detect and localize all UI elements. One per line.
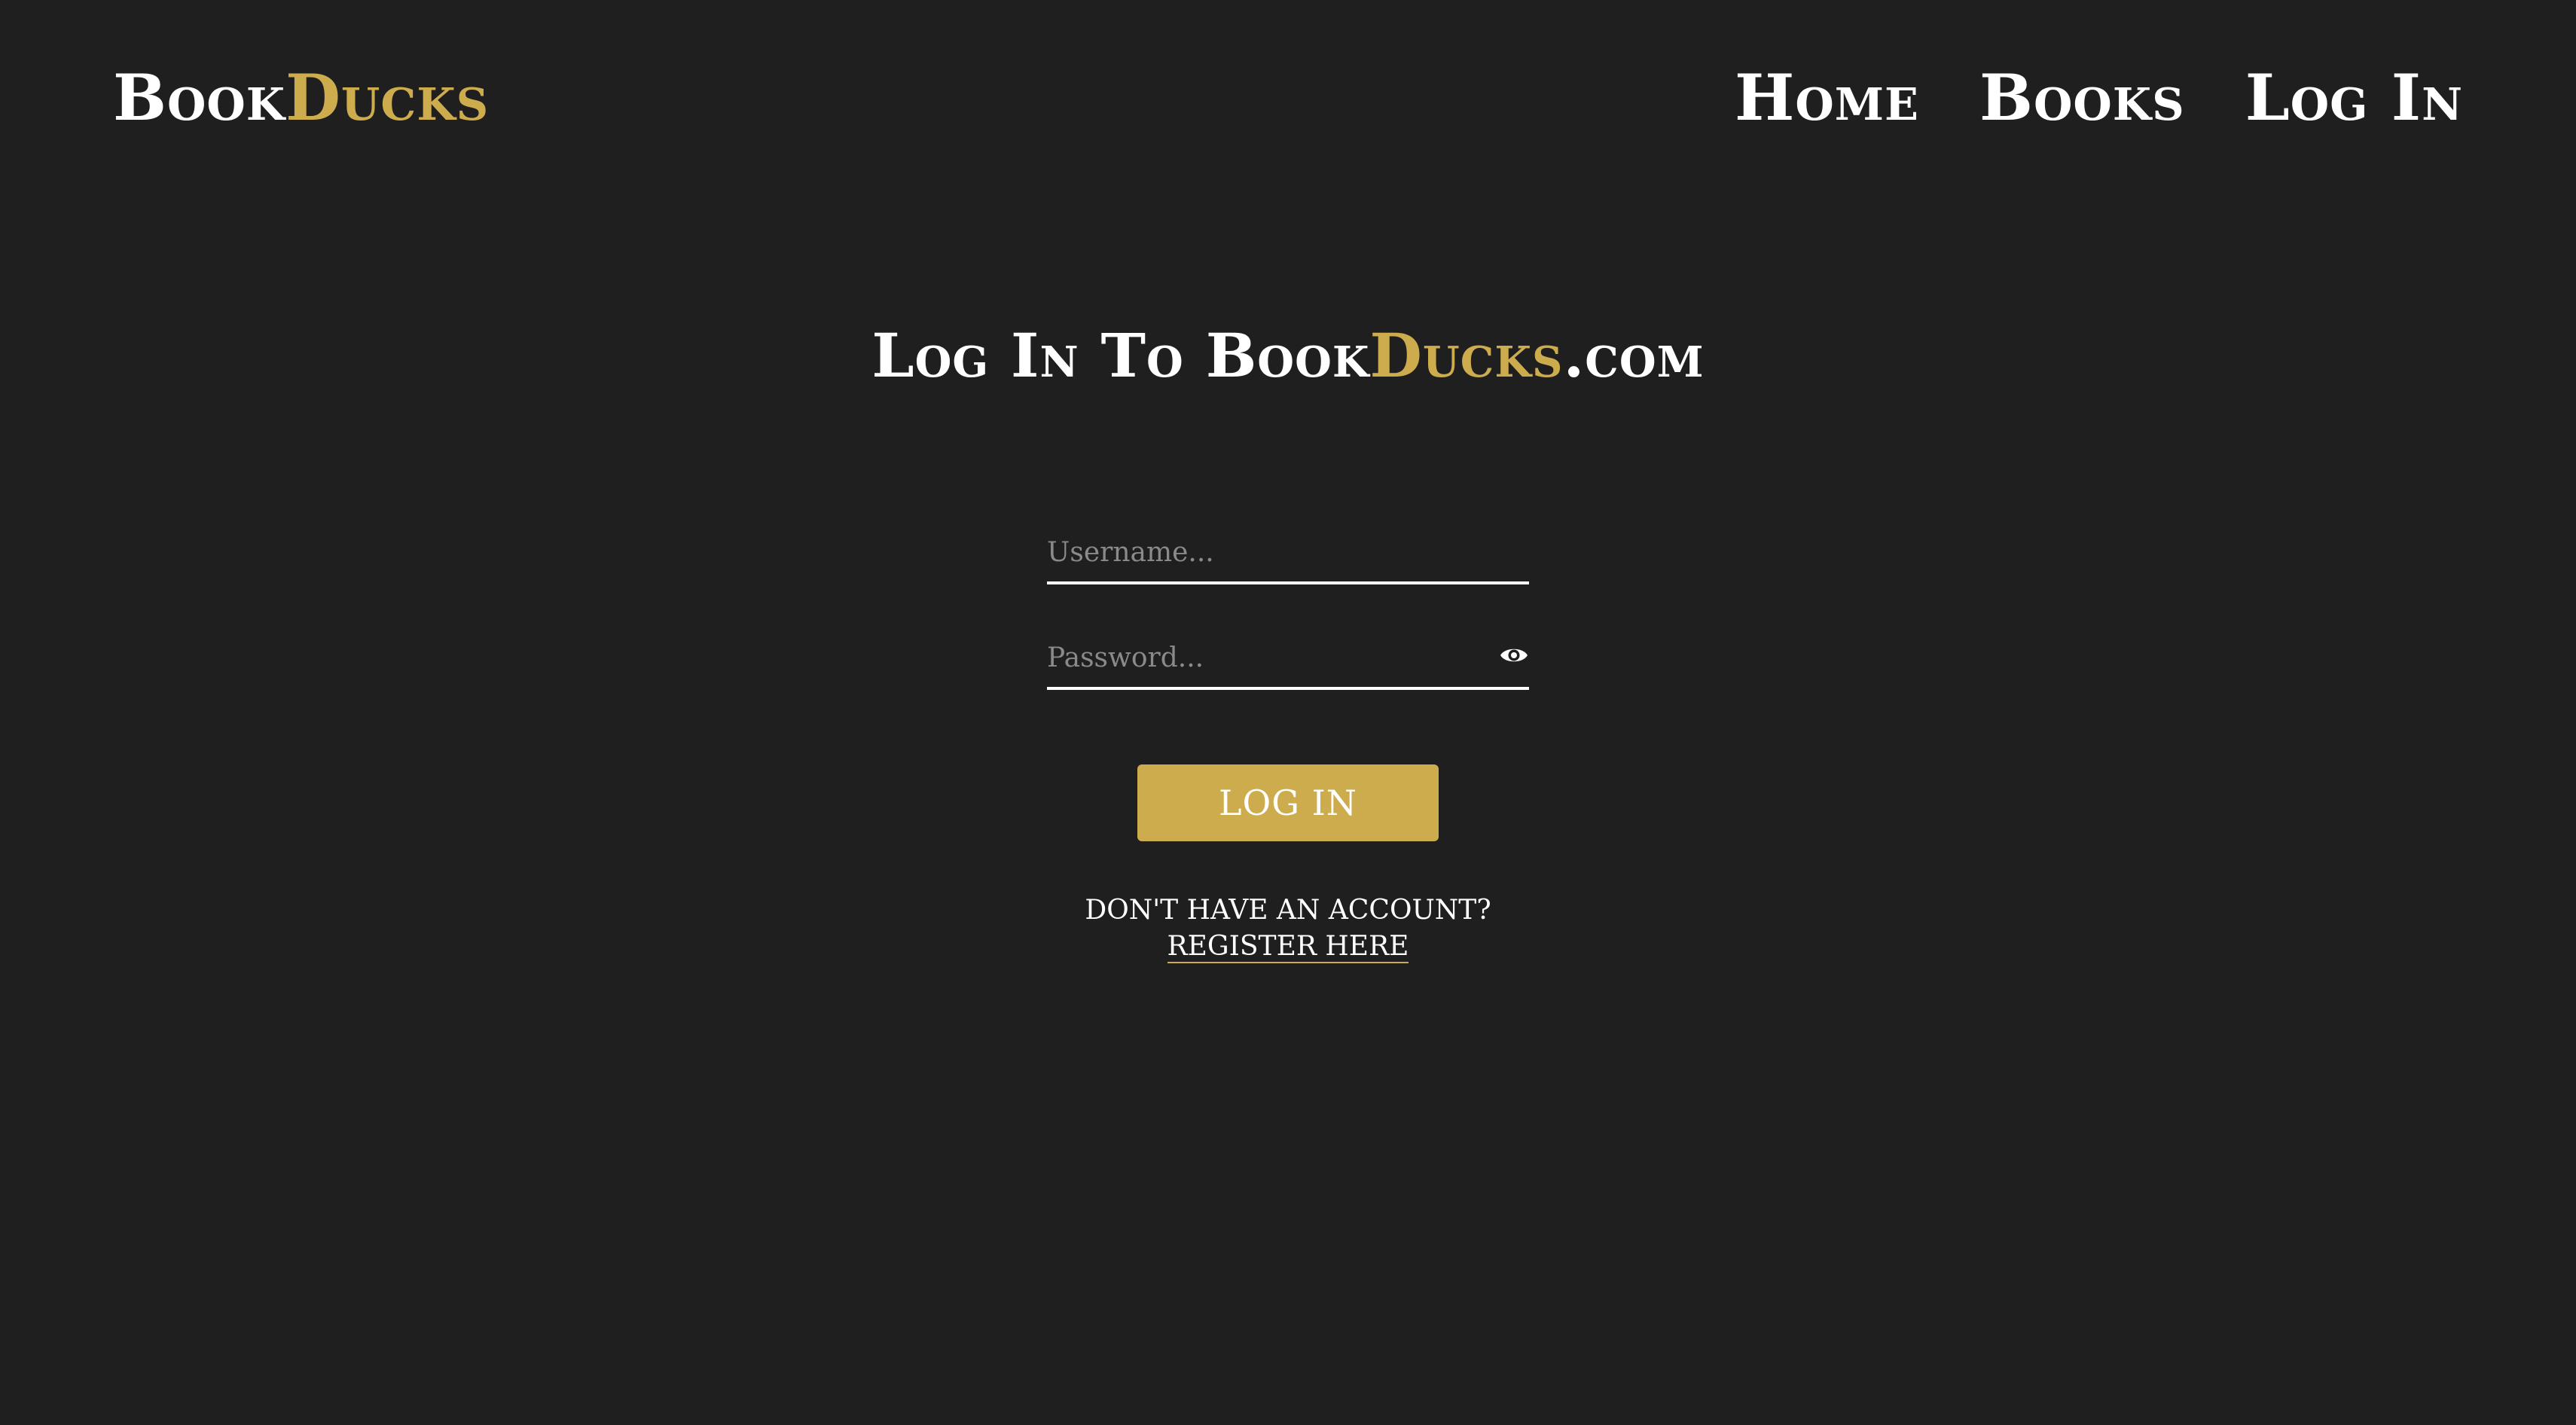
nav-login-link[interactable]: Log In bbox=[2245, 66, 2463, 130]
brand-name-part1: Book bbox=[113, 60, 286, 135]
page-title-suffix: .com bbox=[1563, 320, 1705, 391]
page-title-brand-part2: Ducks bbox=[1369, 320, 1564, 391]
login-button[interactable]: LOG IN bbox=[1137, 764, 1439, 841]
page-title-prefix: Log In To bbox=[871, 320, 1206, 391]
login-form bbox=[1047, 512, 1529, 723]
username-input[interactable] bbox=[1047, 537, 1469, 568]
eye-icon[interactable] bbox=[1499, 643, 1529, 667]
main-nav: Home Books Log In bbox=[1735, 66, 2463, 130]
brand-name-part2: Ducks bbox=[285, 60, 490, 135]
password-input[interactable] bbox=[1047, 642, 1469, 673]
site-header: BookDucks Home Books Log In bbox=[0, 0, 2576, 196]
page-title: Log In To BookDucks.com bbox=[0, 325, 2576, 386]
register-prompt: DON'T HAVE AN ACCOUNT? REGISTER HERE bbox=[0, 893, 2576, 965]
register-link[interactable]: REGISTER HERE bbox=[1167, 931, 1409, 963]
username-field bbox=[1047, 512, 1529, 584]
page-title-brand-part1: Book bbox=[1205, 320, 1370, 391]
password-field bbox=[1047, 618, 1529, 690]
no-account-text: DON'T HAVE AN ACCOUNT? bbox=[1085, 895, 1491, 926]
nav-books-link[interactable]: Books bbox=[1979, 66, 2185, 130]
brand-logo[interactable]: BookDucks bbox=[113, 66, 489, 130]
nav-home-link[interactable]: Home bbox=[1735, 66, 1919, 130]
